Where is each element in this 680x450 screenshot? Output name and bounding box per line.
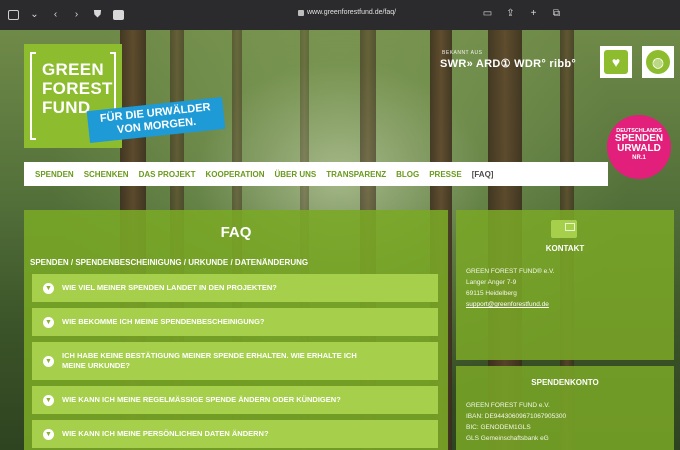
spendenurwald-badge: DEUTSCHLANDS SPENDEN URWALD NR.1 [607, 115, 671, 179]
mail-icon [551, 220, 577, 238]
logo-bracket-left [30, 52, 36, 140]
nav-item-kooperation[interactable]: KOOPERATION [206, 170, 265, 179]
page-title: FAQ [220, 224, 252, 241]
faq-question-text: ICH HABE KEINE BESTÄTIGUNG MEINER SPENDE… [62, 351, 357, 370]
sidebar-toggle-icon[interactable] [8, 10, 19, 20]
new-tab-icon[interactable]: + [528, 9, 539, 19]
media-mentions: BEKANNT AUS SWR» ARD① WDR° ribb° [440, 50, 576, 70]
nav-item-transparenz[interactable]: TRANSPARENZ [326, 170, 386, 179]
account-details: GREEN FOREST FUND e.V. IBAN: DE944306096… [466, 402, 567, 442]
nav-item-spenden[interactable]: SPENDEN [35, 170, 74, 179]
browser-toolbar: ⌄ ‹ › ⛊ www.greenforestfund.de/faq/ ▭ ⇪ … [0, 0, 680, 30]
nav-item-blog[interactable]: BLOG [396, 170, 419, 179]
chevron-down-icon: ▼ [43, 355, 54, 367]
share-icon[interactable]: ⇪ [505, 9, 516, 19]
nav-item-ueber-uns[interactable]: ÜBER UNS [274, 170, 316, 179]
reader-icon[interactable]: ▭ [482, 9, 493, 19]
chevron-down-icon: ▼ [43, 282, 54, 294]
address-bar[interactable]: www.greenforestfund.de/faq/ [298, 9, 396, 16]
language-globe-button[interactable]: ◍ [642, 46, 674, 78]
address-url: www.greenforestfund.de/faq/ [307, 9, 397, 16]
faq-question-item[interactable]: ▼ WIE BEKOMME ICH MEINE SPENDENBESCHEINI… [32, 308, 438, 336]
tabs-icon[interactable]: ⧉ [551, 9, 562, 19]
contact-title: KONTAKT [545, 244, 585, 253]
contact-box: KONTAKT GREEN FOREST FUND® e.V. Langer A… [456, 210, 674, 360]
nav-item-faq[interactable]: [FAQ] [472, 170, 494, 179]
media-brands: SWR» ARD① WDR° ribb° [440, 58, 577, 70]
faq-question-text: WIE KANN ICH MEINE REGELMÄSSIGE SPENDE Ä… [62, 395, 341, 404]
faq-panel: FAQ SPENDEN / SPENDENBESCHEINIGUNG / URK… [24, 210, 448, 450]
main-navigation: SPENDEN SCHENKEN DAS PROJEKT KOOPERATION… [24, 162, 608, 186]
nav-item-das-projekt[interactable]: DAS PROJEKT [139, 170, 196, 179]
donation-account-box: SPENDENKONTO GREEN FOREST FUND e.V. IBAN… [456, 366, 674, 450]
chevron-down-icon: ▼ [43, 428, 54, 440]
faq-question-item[interactable]: ▼ WIE KANN ICH MEINE PERSÖNLICHEN DATEN … [32, 420, 438, 448]
contact-address: GREEN FOREST FUND® e.V. Langer Anger 7-9… [466, 268, 555, 308]
faq-question-text: WIE VIEL MEINER SPENDEN LANDET IN DEN PR… [62, 283, 277, 292]
nav-item-schenken[interactable]: SCHENKEN [84, 170, 129, 179]
globe-icon: ◍ [646, 50, 670, 74]
faq-question-item[interactable]: ▼ ICH HABE KEINE BESTÄTIGUNG MEINER SPEN… [32, 342, 438, 380]
chevron-down-icon[interactable]: ⌄ [29, 10, 40, 20]
faq-section-heading: SPENDEN / SPENDENBESCHEINIGUNG / URKUNDE… [30, 258, 309, 267]
forward-arrow-icon[interactable]: › [71, 10, 82, 20]
faq-question-item[interactable]: ▼ WIE KANN ICH MEINE REGELMÄSSIGE SPENDE… [32, 386, 438, 414]
faq-question-text: WIE KANN ICH MEINE PERSÖNLICHEN DATEN ÄN… [62, 429, 269, 438]
shield-icon[interactable]: ⛊ [92, 10, 103, 20]
faq-question-item[interactable]: ▼ WIE VIEL MEINER SPENDEN LANDET IN DEN … [32, 274, 438, 302]
basket-heart-icon: ♥ [604, 50, 628, 74]
donation-basket-button[interactable]: ♥ [600, 46, 632, 78]
chevron-down-icon: ▼ [43, 394, 54, 406]
contact-email-link[interactable]: support@greenforestfund.de [466, 301, 549, 308]
media-caption: BEKANNT AUS [442, 50, 483, 56]
nav-item-presse[interactable]: PRESSE [429, 170, 461, 179]
chevron-down-icon: ▼ [43, 316, 54, 328]
account-title: SPENDENKONTO [531, 378, 599, 387]
faq-question-text: WIE BEKOMME ICH MEINE SPENDENBESCHEINIGU… [62, 317, 265, 326]
back-arrow-icon[interactable]: ‹ [50, 10, 61, 20]
tab-overview-icon[interactable] [113, 10, 124, 20]
lock-icon [298, 9, 304, 16]
